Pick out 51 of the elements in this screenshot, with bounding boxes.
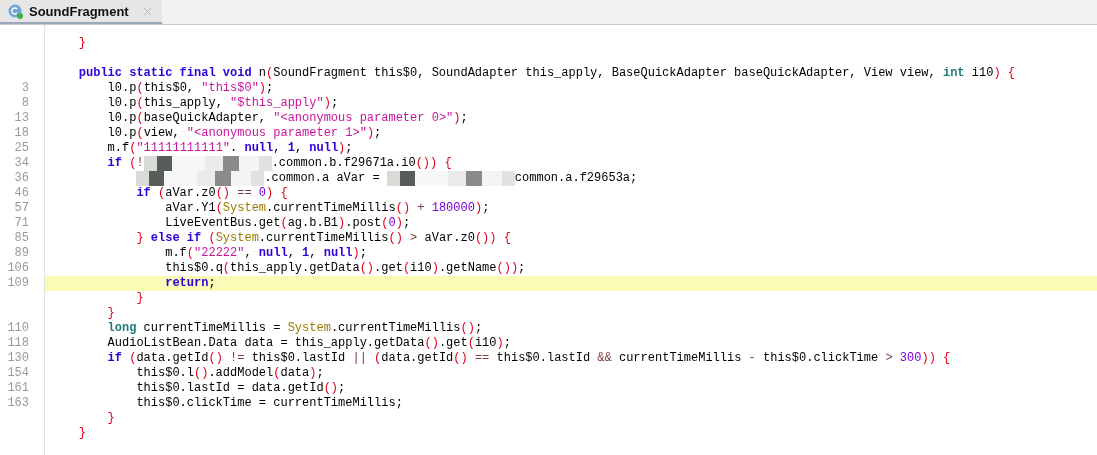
line-number: 163 xyxy=(6,396,29,411)
line-number: 109 xyxy=(6,276,29,291)
code-text: m.f("11111111111". null, 1, null); xyxy=(107,141,353,156)
code-text: } xyxy=(78,426,86,441)
code-text: return; xyxy=(165,276,216,291)
code-text: aVar.Y1(System.currentTimeMillis() + 180000); xyxy=(165,201,490,216)
line-number: 8 xyxy=(20,96,29,111)
code-text: long currentTimeMillis = System.currentTimeMillis(); xyxy=(107,321,483,336)
line-number: 13 xyxy=(13,111,29,126)
code-text: l0.p(this$0, "this$0"); xyxy=(107,81,274,96)
class-file-icon xyxy=(8,3,23,19)
editor-tab[interactable]: SoundFragment xyxy=(0,0,162,24)
line-number: 85 xyxy=(13,231,29,246)
code-text: l0.p(baseQuickAdapter, "<anonymous parameter 0>"); xyxy=(107,111,468,126)
code-text: l0.p(view, "<anonymous parameter 1>"); xyxy=(107,126,382,141)
code-text: this$0.l().addModel(data); xyxy=(136,366,324,381)
line-number: 34 xyxy=(13,156,29,171)
line-number: 3 xyxy=(20,81,29,96)
close-icon[interactable] xyxy=(142,6,152,16)
line-number: 110 xyxy=(6,321,29,336)
code-text: this$0.clickTime = currentTimeMillis; xyxy=(136,396,403,411)
code-text: if (! xyxy=(107,156,144,171)
code-text: AudioListBean.Data data = this_apply.getData().get(i10); xyxy=(107,336,511,351)
code-text: public static final void n(SoundFragment this$0, SoundAdapter this_apply, BaseQuickAdapter baseQuickAdapter, View view, int i10) { xyxy=(78,66,1015,81)
code-text: if (aVar.z0() == 0) { xyxy=(136,186,288,201)
line-number: 25 xyxy=(13,141,29,156)
code-text: } xyxy=(136,291,144,306)
code-text: this$0.lastId = data.getId(); xyxy=(136,381,346,396)
code-text: } xyxy=(107,411,115,426)
line-number: 18 xyxy=(13,126,29,141)
line-number: 57 xyxy=(13,201,29,216)
line-number: 89 xyxy=(13,246,29,261)
code-text: } else if (System.currentTimeMillis() > aVar.z0()) { xyxy=(136,231,511,246)
line-number: 154 xyxy=(6,366,29,381)
code-text: l0.p(this_apply, "$this_apply"); xyxy=(107,96,339,111)
code-text: .common.b.f29671a.i0()) { xyxy=(271,156,452,171)
line-number: 118 xyxy=(6,336,29,351)
line-number: 106 xyxy=(6,261,29,276)
code-text: common.a.f29653a; xyxy=(514,171,638,186)
code-text: } xyxy=(107,306,115,321)
code-text: } xyxy=(78,36,86,51)
code-text: m.f("22222", null, 1, null); xyxy=(165,246,367,261)
code-text: if (data.getId() != this$0.lastId || (data.getId() == this$0.lastId && currentTimeMillis - this$0.clickTime > 300)) { xyxy=(107,351,951,366)
line-number: 161 xyxy=(6,381,29,396)
code-text: .common.a aVar = xyxy=(264,171,381,186)
code-text: this$0.q(this_apply.getData().get(i10).getName()); xyxy=(165,261,526,276)
line-number: 36 xyxy=(13,171,29,186)
line-number: 46 xyxy=(13,186,29,201)
code-text: LiveEventBus.get(ag.b.B1).post(0); xyxy=(165,216,411,231)
line-number: 71 xyxy=(13,216,29,231)
line-number: 130 xyxy=(6,351,29,366)
